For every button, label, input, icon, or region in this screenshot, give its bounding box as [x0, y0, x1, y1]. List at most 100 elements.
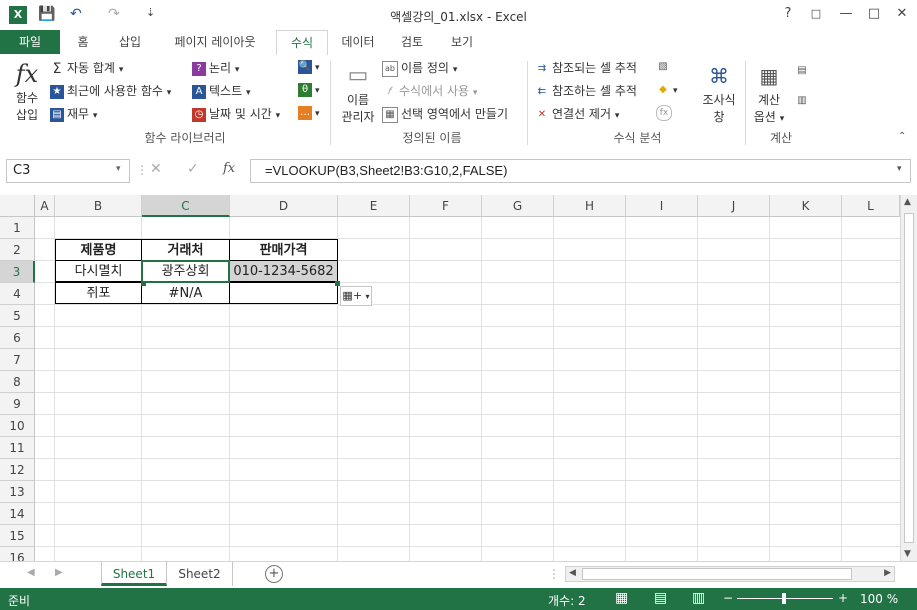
tab-data[interactable]: 데이터	[332, 30, 384, 54]
column-header-g[interactable]: G	[482, 195, 554, 217]
tab-insert[interactable]: 삽입	[106, 30, 154, 54]
minimize-button[interactable]: —	[835, 5, 857, 23]
column-header-l[interactable]: L	[842, 195, 900, 217]
row-header-15[interactable]: 15	[0, 525, 35, 547]
normal-view-icon[interactable]: ▦	[615, 590, 628, 606]
zoom-level[interactable]: 100 %	[860, 592, 898, 606]
row-header-7[interactable]: 7	[0, 349, 35, 371]
formula-input[interactable]: =VLOOKUP(B3,Sheet2!B3:G10,2,FALSE)	[250, 159, 911, 183]
row-header-11[interactable]: 11	[0, 437, 35, 459]
zoom-in-button[interactable]: +	[838, 591, 848, 605]
auto-fill-options-button[interactable]: ▦+ ▾	[340, 286, 372, 306]
calculate-now-button[interactable]: ▤	[795, 63, 812, 78]
name-box[interactable]: C3	[6, 159, 130, 183]
row-header-2[interactable]: 2	[0, 239, 35, 261]
tab-view[interactable]: 보기	[440, 30, 484, 54]
row-header-16[interactable]: 16	[0, 547, 35, 561]
column-header-i[interactable]: I	[626, 195, 698, 217]
error-checking-button[interactable]: ◆ ▾	[656, 82, 677, 97]
column-header-c[interactable]: C	[142, 195, 230, 217]
sheet-tab-sheet2[interactable]: Sheet2	[167, 562, 233, 586]
autosum-button[interactable]: Σ 자동 합계 ▾	[50, 59, 124, 76]
tab-home[interactable]: 홈	[65, 30, 101, 54]
use-in-formula-button[interactable]: 𝑓 수식에서 사용 ▾	[382, 82, 477, 99]
tab-split-icon[interactable]: ⋮	[548, 567, 560, 581]
fill-handle[interactable]	[141, 281, 146, 286]
row-header-14[interactable]: 14	[0, 503, 35, 525]
text-button[interactable]: A 텍스트 ▾	[192, 82, 250, 99]
table-cell-d4[interactable]	[229, 282, 338, 304]
table-header-product[interactable]: 제품명	[55, 239, 142, 261]
more-functions-button[interactable]: … ▾	[298, 105, 320, 120]
maximize-button[interactable]: □	[863, 5, 885, 23]
table-cell-d3[interactable]: 010-1234-5682	[229, 260, 338, 282]
row-header-1[interactable]: 1	[0, 217, 35, 239]
column-header-h[interactable]: H	[554, 195, 626, 217]
calculate-sheet-button[interactable]: ▥	[795, 93, 812, 108]
row-header-12[interactable]: 12	[0, 459, 35, 481]
vertical-scrollbar[interactable]: ▲ ▼	[900, 195, 917, 561]
row-header-10[interactable]: 10	[0, 415, 35, 437]
trace-precedents-button[interactable]: ⇉ 참조되는 셀 추적	[535, 59, 637, 76]
table-header-vendor[interactable]: 거래처	[141, 239, 230, 261]
page-layout-view-icon[interactable]: ▤	[654, 590, 667, 606]
name-box-dropdown-icon[interactable]: ▾	[116, 164, 121, 174]
watch-window-button[interactable]: ⌘ 조사식 창	[697, 61, 741, 125]
cancel-icon[interactable]: ✕	[150, 161, 162, 177]
row-header-13[interactable]: 13	[0, 481, 35, 503]
row-header-4[interactable]: 4	[0, 283, 35, 305]
table-cell-c4[interactable]: #N/A	[141, 282, 230, 304]
lookup-reference-button[interactable]: 🔍 ▾	[298, 59, 320, 74]
column-header-e[interactable]: E	[338, 195, 410, 217]
vertical-scroll-thumb[interactable]	[904, 213, 914, 543]
scroll-down-icon[interactable]: ▼	[904, 549, 911, 559]
sheet-tab-sheet1[interactable]: Sheet1	[101, 562, 167, 586]
row-header-6[interactable]: 6	[0, 327, 35, 349]
table-cell-b4[interactable]: 쥐포	[55, 282, 142, 304]
horizontal-scroll-thumb[interactable]	[582, 568, 852, 580]
column-header-b[interactable]: B	[55, 195, 142, 217]
row-header-3[interactable]: 3	[0, 261, 35, 283]
tab-review[interactable]: 검토	[390, 30, 434, 54]
scroll-up-icon[interactable]: ▲	[904, 197, 911, 207]
math-trig-button[interactable]: θ ▾	[298, 82, 320, 97]
enter-icon[interactable]: ✓	[187, 161, 199, 177]
select-all-button[interactable]	[0, 195, 35, 217]
column-header-k[interactable]: K	[770, 195, 842, 217]
tab-formulas[interactable]: 수식	[276, 30, 328, 56]
sheet-scroll-left-icon[interactable]: ◀	[27, 567, 35, 578]
name-manager-button[interactable]: ▭ 이름 관리자	[337, 61, 379, 125]
column-header-d[interactable]: D	[230, 195, 338, 217]
help-button[interactable]: ?	[777, 5, 799, 23]
zoom-slider-thumb[interactable]	[782, 593, 786, 604]
table-cell-c3[interactable]: 광주상회	[141, 260, 230, 282]
tab-page-layout[interactable]: 페이지 레이아웃	[160, 30, 270, 54]
sheet-scroll-right-icon[interactable]: ▶	[55, 567, 63, 578]
expand-formula-bar-icon[interactable]: ▾	[897, 164, 902, 174]
datetime-button[interactable]: ◷ 날짜 및 시간 ▾	[192, 105, 280, 122]
page-break-view-icon[interactable]: ▥	[692, 590, 705, 606]
show-formulas-button[interactable]: ▧	[656, 59, 673, 74]
scroll-left-icon[interactable]: ◀	[569, 568, 576, 578]
scroll-right-icon[interactable]: ▶	[884, 568, 891, 578]
column-header-a[interactable]: A	[35, 195, 55, 217]
logical-button[interactable]: ? 논리 ▾	[192, 59, 239, 76]
insert-function-icon[interactable]: fx	[223, 161, 235, 176]
collapse-ribbon-icon[interactable]: ⌃	[898, 131, 906, 142]
financial-button[interactable]: ▤ 재무 ▾	[50, 105, 97, 122]
insert-function-button[interactable]: fx 함수 삽입	[8, 59, 46, 123]
add-sheet-icon[interactable]: +	[265, 565, 283, 583]
column-header-f[interactable]: F	[410, 195, 482, 217]
row-header-8[interactable]: 8	[0, 371, 35, 393]
create-from-selection-button[interactable]: ▦ 선택 영역에서 만들기	[382, 105, 508, 123]
close-button[interactable]: ✕	[891, 5, 913, 23]
tab-file[interactable]: 파일	[0, 30, 60, 54]
row-header-9[interactable]: 9	[0, 393, 35, 415]
evaluate-formula-button[interactable]: fx	[656, 105, 675, 121]
define-name-button[interactable]: ab 이름 정의 ▾	[382, 59, 457, 77]
zoom-out-button[interactable]: −	[723, 591, 733, 605]
remove-arrows-button[interactable]: ✕ 연결선 제거 ▾	[535, 105, 620, 122]
ribbon-display-icon[interactable]: □	[805, 5, 827, 23]
column-header-j[interactable]: J	[698, 195, 770, 217]
formula-bar-grip-icon[interactable]: ⋮	[136, 163, 148, 177]
